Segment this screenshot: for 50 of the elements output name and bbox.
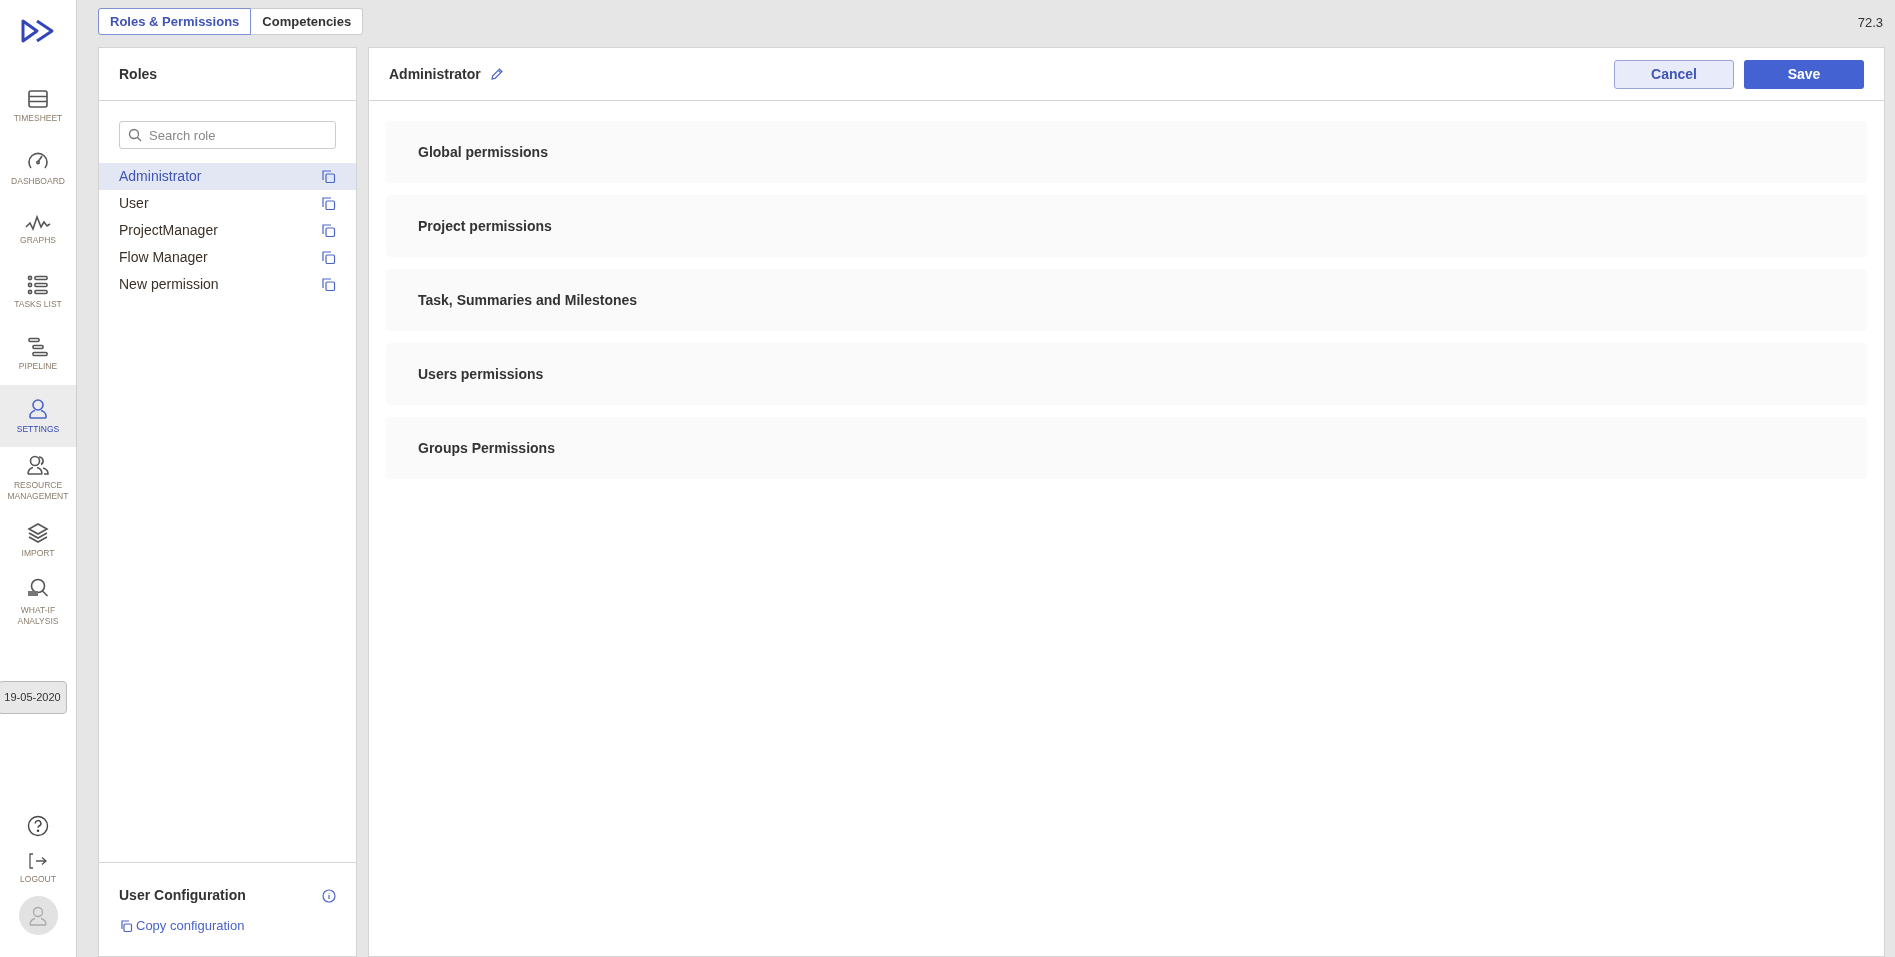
copy-icon [119, 918, 133, 933]
search-icon [128, 128, 142, 142]
role-item[interactable]: User [99, 190, 356, 217]
table-icon [27, 88, 49, 109]
nav-item[interactable]: WHAT-IF ANALYSIS [0, 571, 76, 633]
permission-section[interactable]: Task, Summaries and Milestones [386, 269, 1867, 331]
copy-icon[interactable] [321, 169, 336, 184]
user-icon [27, 397, 49, 420]
role-item[interactable]: Administrator [99, 163, 356, 190]
users-icon [26, 454, 50, 476]
copy-configuration-link[interactable]: Copy configuration [119, 916, 245, 936]
permission-section[interactable]: Project permissions [386, 195, 1867, 257]
tab[interactable]: Roles & Permissions [98, 8, 252, 35]
permission-section[interactable]: Global permissions [386, 121, 1867, 183]
role-item[interactable]: Flow Manager [99, 244, 356, 271]
copy-icon[interactable] [321, 223, 336, 238]
nav-item[interactable]: DASHBOARD [0, 137, 76, 199]
role-item[interactable]: New permission [99, 271, 356, 298]
role-title: Administrator [389, 64, 481, 84]
permission-section[interactable]: Groups Permissions [386, 417, 1867, 479]
nav-item[interactable]: GRAPHS [0, 199, 76, 261]
role-item[interactable]: ProjectManager [99, 217, 356, 244]
nav-item[interactable]: PIPELINE [0, 323, 76, 385]
panel-title: Roles [119, 64, 158, 84]
nav-item[interactable]: IMPORT [0, 509, 76, 571]
section-title: User Configuration [119, 886, 246, 905]
nav-item[interactable]: TASKS LIST [0, 261, 76, 323]
version-label: 72.3 [1857, 14, 1883, 32]
copy-icon[interactable] [321, 196, 336, 211]
tab[interactable]: Competencies [251, 8, 364, 35]
cancel-button[interactable]: Cancel [1614, 59, 1734, 89]
date-button[interactable]: 19-05-2020 [0, 681, 67, 714]
copy-icon[interactable] [321, 277, 336, 292]
list-icon [27, 274, 49, 295]
copy-icon[interactable] [321, 250, 336, 265]
bars-icon [27, 336, 49, 357]
permission-section[interactable]: Users permissions [386, 343, 1867, 405]
pencil-icon[interactable] [489, 67, 504, 81]
line-graph-icon [25, 214, 51, 231]
info-icon[interactable] [322, 888, 336, 903]
exit-icon [28, 853, 48, 870]
logo-icon[interactable] [21, 18, 55, 44]
search-field[interactable]: Search role [119, 121, 336, 149]
layers-icon [27, 521, 49, 544]
logout-button[interactable]: LOGOUT [20, 853, 56, 886]
nav-item[interactable]: SETTINGS [0, 385, 76, 447]
nav-item[interactable]: TIMESHEET [0, 75, 76, 137]
help-icon[interactable] [27, 815, 49, 838]
nav-item[interactable]: RESOURCE MANAGEMENT [0, 447, 76, 509]
save-button[interactable]: Save [1744, 59, 1864, 89]
